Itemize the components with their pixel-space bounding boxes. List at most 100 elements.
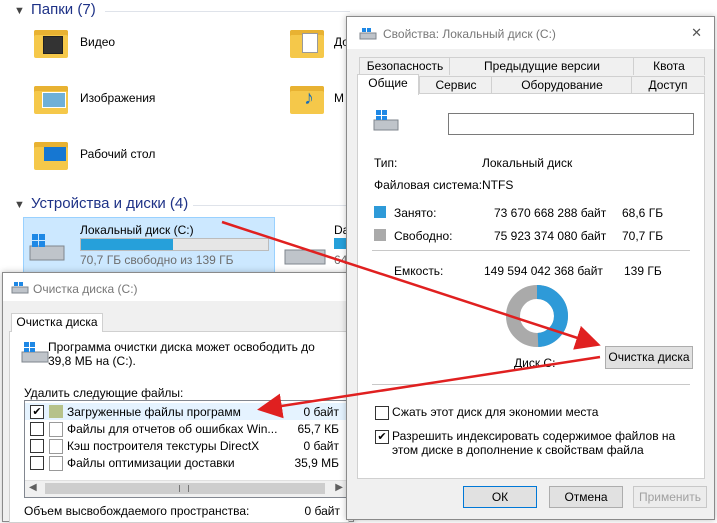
list-item[interactable]: Файлы оптимизации доставки 35,9 МБ [25,454,347,471]
free-color-swatch [374,229,386,241]
free-gb: 70,7 ГБ [622,229,664,243]
total-space-label: Объем высвобождаемого пространства: [24,504,250,518]
disk-usage-donut [506,285,568,347]
file-type-icon [49,456,63,471]
tab-quota[interactable]: Квота [633,57,705,75]
list-item[interactable]: ✔ Загруженные файлы программ 0 байт [25,403,347,420]
cleanup-drive-icon [20,340,50,366]
landscape-icon [42,92,66,108]
used-bytes: 73 670 668 288 байт [494,206,607,220]
cancel-button[interactable]: Отмена [549,486,623,508]
collapse-devices-chevron[interactable]: ▼ [14,199,25,211]
disk-cleanup-button[interactable]: Очистка диска [605,346,693,369]
scroll-right-icon[interactable]: ▶ [335,482,343,493]
folder-desktop-icon [34,142,68,170]
file-type-icon [49,422,63,437]
tab-disk-cleanup[interactable]: Очистка диска [11,313,103,332]
drive-name-input[interactable] [448,113,694,135]
folders-header[interactable]: Папки (7) [31,1,96,18]
files-to-delete-list[interactable]: ✔ Загруженные файлы программ 0 байт Файл… [24,400,348,498]
file-name: Файлы оптимизации доставки [67,456,235,470]
horizontal-scrollbar[interactable]: ◀ ▶ [25,480,347,497]
file-name: Кэш построителя текстуры DirectX [67,439,260,453]
file-name: Файлы для отчетов об ошибках Win... [67,422,278,436]
music-note-icon: ♪ [304,87,314,109]
drive-d-icon[interactable] [283,240,327,270]
devices-header[interactable]: Устройства и диски (4) [31,195,188,212]
drive-c-name: Локальный диск (C:) [80,223,194,237]
file-checkbox-3[interactable] [30,456,44,470]
file-size: 35,9 МБ [294,456,339,470]
drive-c-free-text: 70,7 ГБ свободно из 139 ГБ [80,253,234,267]
compress-checkbox[interactable] [375,406,389,420]
scroll-left-icon[interactable]: ◀ [29,482,37,493]
folder-documents-icon [290,30,324,58]
folder-pictures[interactable] [34,86,68,114]
tab-general[interactable]: Общие [357,74,419,95]
film-icon [43,36,63,54]
disk-cleanup-titlebar: Очистка диска (C:) [3,273,353,301]
file-name: Загруженные файлы программ [67,405,241,419]
cleanup-description: Программа очистки диска может освободить… [48,340,315,368]
disk-label: Диск C: [514,356,556,370]
folder-documents[interactable] [290,30,324,58]
type-value: Локальный диск [482,156,573,170]
folder-desktop[interactable] [34,142,68,170]
free-bytes: 75 923 374 080 байт [494,229,607,243]
options-divider [372,384,690,385]
tab-previous-versions[interactable]: Предыдущие версии [449,57,635,75]
properties-title: Свойства: Локальный диск (C:) [383,27,556,41]
cleanup-app-icon [11,281,29,295]
index-checkbox[interactable]: ✔ [375,430,389,444]
document-icon [302,33,318,53]
capacity-label: Емкость: [394,264,444,278]
close-icon[interactable]: ✕ [691,25,702,41]
folder-desktop-label: Рабочий стол [80,147,156,161]
file-size: 0 байт [303,405,339,419]
list-item[interactable]: Файлы для отчетов об ошибках Win... 65,7… [25,420,347,437]
folder-videos-label: Видео [80,35,116,49]
file-type-icon [49,439,63,454]
free-label: Свободно: [394,229,453,243]
devices-divider [193,205,350,206]
cleanup-title: Очистка диска (C:) [33,282,138,296]
cleanup-panel: Программа очистки диска может освободить… [9,331,349,523]
apply-button[interactable]: Применить [633,486,707,508]
capacity-divider [372,250,690,251]
folder-music[interactable]: ♪ [290,86,324,114]
compress-label: Сжать этот диск для экономии места [392,405,599,419]
scrollbar-thumb[interactable] [45,483,325,494]
folder-pictures-icon [34,86,68,114]
used-gb: 68,6 ГБ [622,206,664,220]
used-label: Занято: [394,206,437,220]
folder-pictures-label: Изображения [80,91,156,105]
file-checkbox-2[interactable] [30,439,44,453]
used-color-swatch [374,206,386,218]
list-item[interactable]: Кэш построителя текстуры DirectX 0 байт [25,437,347,454]
tab-sharing[interactable]: Доступ [631,76,705,94]
index-label: Разрешить индексировать содержимое файло… [392,429,676,457]
collapse-folders-chevron[interactable]: ▼ [14,5,25,17]
drive-c-usage-bar [80,238,269,251]
properties-app-icon [359,27,377,41]
folder-music-label: М [334,91,344,105]
total-space-value: 0 байт [304,504,340,518]
filesystem-label: Файловая система: [374,178,483,192]
drive-c-icon [28,232,68,266]
tab-service[interactable]: Сервис [419,76,493,94]
ok-button[interactable]: ОК [463,486,537,508]
grip-icon [179,485,189,492]
file-checkbox-1[interactable] [30,422,44,436]
tab-security[interactable]: Безопасность [359,57,451,75]
filesystem-value: NTFS [482,178,514,192]
folder-videos[interactable] [34,30,68,58]
tab-hardware[interactable]: Оборудование [491,76,633,94]
drive-c-large-icon [372,108,402,134]
file-checkbox-0[interactable]: ✔ [30,405,44,419]
type-label: Тип: [374,156,398,170]
file-size: 0 байт [303,439,339,453]
file-type-icon [49,405,63,418]
capacity-bytes: 149 594 042 368 байт [484,264,603,278]
properties-window: Свойства: Локальный диск (C:) ✕ Безопасн… [346,16,715,520]
monitor-icon [44,147,66,161]
